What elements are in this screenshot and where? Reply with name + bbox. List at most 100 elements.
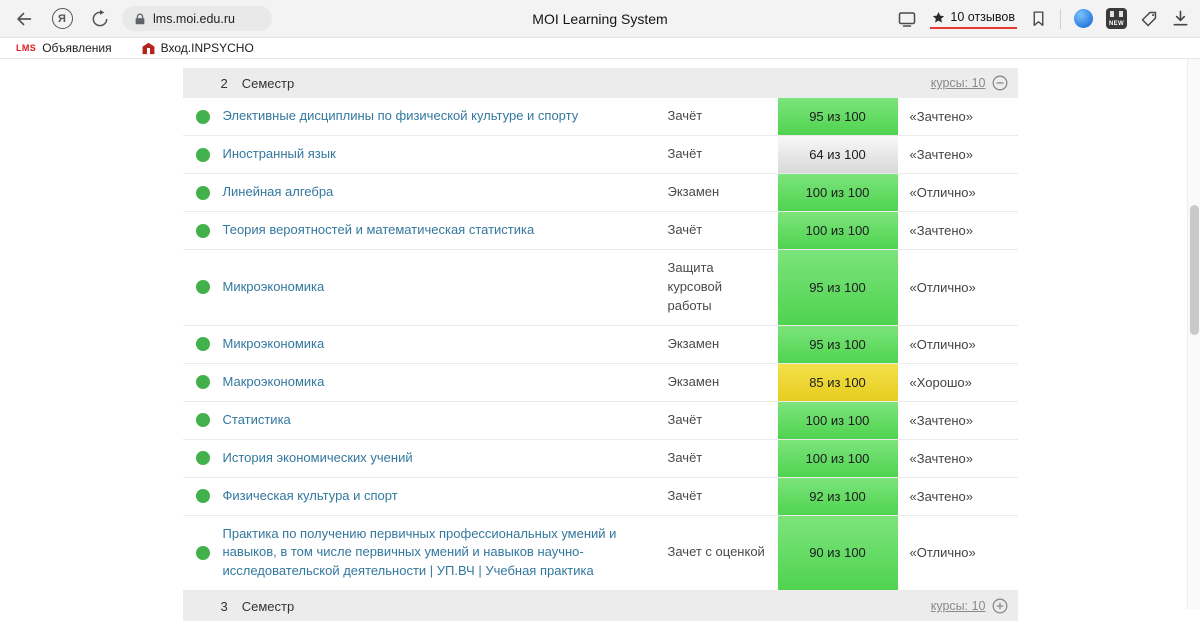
score-cell: 100 из 100 [778,212,898,249]
status-dot-icon [196,224,210,238]
star-icon [932,11,945,24]
table-row: Элективные дисциплины по физической куль… [183,98,1018,136]
table-row: Статистика Зачёт 100 из 100 «Зачтено» [183,402,1018,440]
scrollbar-thumb[interactable] [1190,205,1199,335]
new-feature-icon[interactable]: NEW [1106,8,1127,29]
reviews-badge[interactable]: 10 отзывов [930,8,1017,29]
status-dot-icon [196,110,210,124]
course-link[interactable]: Физическая культура и спорт [223,478,668,515]
grade-text: «Отлично» [898,545,1018,560]
bookmark-lms-announcements[interactable]: LMS Объявления [16,41,112,55]
bookmark-inpsycho[interactable]: Вход.INPSYCHO [142,41,254,55]
table-row: Микроэкономика Экзамен 95 из 100 «Отличн… [183,326,1018,364]
semester-number: 2 [221,76,228,91]
grade-text: «Отлично» [898,337,1018,352]
course-link[interactable]: Статистика [223,402,668,439]
back-button[interactable] [10,5,38,33]
grade-text: «Зачтено» [898,451,1018,466]
bookmark-label: Вход.INPSYCHO [161,41,254,55]
download-icon[interactable] [1171,9,1190,28]
grade-text: «Отлично» [898,280,1018,295]
status-dot-icon [196,451,210,465]
course-link[interactable]: Иностранный язык [223,136,668,173]
inpsycho-favicon [142,42,155,55]
courses-count-link: курсы: 10 [931,599,986,613]
semester-title: Семестр [242,76,294,91]
refresh-icon [90,9,110,29]
assessment-type: Защита курсовой работы [668,250,778,325]
assessment-type: Зачёт [668,98,778,135]
score-badge: 95 из 100 [778,98,898,135]
assessment-type: Зачет с оценкой [668,534,778,571]
table-row: Линейная алгебра Экзамен 100 из 100 «Отл… [183,174,1018,212]
assessment-type: Зачёт [668,402,778,439]
browser-topbar: Я lms.moi.edu.ru MOI Learning System [0,0,1200,38]
collapse-icon [992,75,1008,91]
table-row: Теория вероятностей и математическая ста… [183,212,1018,250]
refresh-button[interactable] [86,5,114,33]
grade-text: «Хорошо» [898,375,1018,390]
grade-text: «Зачтено» [898,413,1018,428]
grade-text: «Зачтено» [898,489,1018,504]
score-cell: 64 из 100 [778,136,898,173]
course-link[interactable]: Практика по получению первичных професси… [223,516,668,591]
course-link[interactable]: Линейная алгебра [223,174,668,211]
grade-text: «Зачтено» [898,147,1018,162]
browser-globe-icon[interactable] [1074,9,1093,28]
assessment-type: Экзамен [668,326,778,363]
course-link[interactable]: Элективные дисциплины по физической куль… [223,98,668,135]
score-badge: 100 из 100 [778,174,898,211]
table-row: Микроэкономика Защита курсовой работы 95… [183,250,1018,326]
url-text: lms.moi.edu.ru [153,12,235,26]
toolbar-divider [1060,9,1061,29]
page-content: 2 Семестр курсы: 10 Элективные дисциплин… [0,59,1200,621]
course-link[interactable]: Микроэкономика [223,269,668,306]
scrollbar[interactable] [1187,59,1200,609]
semester-number: 3 [221,599,228,614]
semester-2-header: 2 Семестр курсы: 10 [183,68,1018,98]
semester-2-rows: Элективные дисциплины по физической куль… [183,98,1018,591]
status-dot-icon [196,546,210,560]
course-link[interactable]: Макроэкономика [223,364,668,401]
tab-panel-icon[interactable] [897,9,917,29]
assessment-type: Экзамен [668,174,778,211]
table-row: Физическая культура и спорт Зачёт 92 из … [183,478,1018,516]
back-arrow-icon [13,8,35,30]
reviews-count: 10 отзывов [950,10,1015,24]
grade-text: «Отлично» [898,185,1018,200]
assessment-type: Экзамен [668,364,778,401]
score-badge: 100 из 100 [778,402,898,439]
status-dot-icon [196,489,210,503]
status-dot-icon [196,280,210,294]
course-link[interactable]: История экономических учений [223,440,668,477]
course-link[interactable]: Теория вероятностей и математическая ста… [223,212,668,249]
semester-2-courses-toggle[interactable]: курсы: 10 [931,75,1008,91]
score-cell: 92 из 100 [778,478,898,515]
status-dot-icon [196,148,210,162]
score-cell: 100 из 100 [778,174,898,211]
assessment-type: Зачёт [668,136,778,173]
yandex-home-button[interactable]: Я [48,5,76,33]
assessment-type: Зачёт [668,440,778,477]
expand-icon [992,598,1008,614]
semester-3-header: 3 Семестр курсы: 10 [183,591,1018,621]
score-badge: 85 из 100 [778,364,898,401]
table-row: Иностранный язык Зачёт 64 из 100 «Зачтен… [183,136,1018,174]
table-row: Макроэкономика Экзамен 85 из 100 «Хорошо… [183,364,1018,402]
semester-3-courses-toggle[interactable]: курсы: 10 [931,598,1008,614]
bookmark-icon[interactable] [1030,10,1047,27]
courses-count-link: курсы: 10 [931,76,986,90]
assessment-type: Зачёт [668,478,778,515]
score-cell: 95 из 100 [778,326,898,363]
status-dot-icon [196,186,210,200]
assessment-type: Зачёт [668,212,778,249]
semester-title: Семестр [242,599,294,614]
address-bar[interactable]: lms.moi.edu.ru [122,6,272,31]
score-cell: 100 из 100 [778,402,898,439]
score-badge: 90 из 100 [778,516,898,591]
new-badge-label: NEW [1109,21,1124,27]
grade-text: «Зачтено» [898,109,1018,124]
collections-tag-icon[interactable] [1140,10,1158,28]
course-link[interactable]: Микроэкономика [223,326,668,363]
score-badge: 100 из 100 [778,212,898,249]
